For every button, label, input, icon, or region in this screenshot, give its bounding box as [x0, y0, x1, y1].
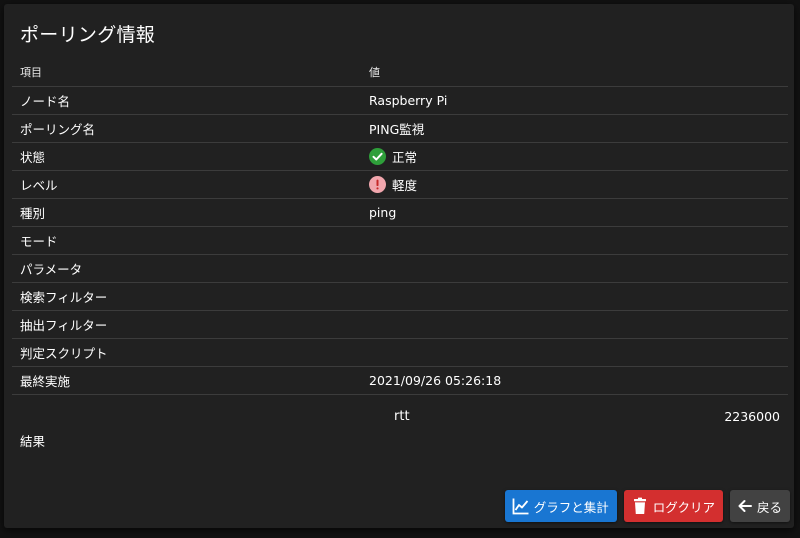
row-label-type: 種別	[12, 198, 361, 227]
row-value-search-filter	[361, 282, 788, 311]
row-label-state: 状態	[12, 142, 361, 171]
result-key: rtt	[394, 409, 410, 424]
row-value-judge-script	[361, 338, 788, 367]
check-circle-icon	[369, 148, 386, 165]
row-label-node-name: ノード名	[12, 86, 361, 115]
row-value-parameter	[361, 254, 788, 283]
polling-info-table: 項目 値 ノード名 Raspberry Pi ポーリング名 PING監視 状態 …	[12, 58, 788, 483]
row-label-mode: モード	[12, 226, 361, 255]
column-header-item: 項目	[12, 58, 361, 87]
row-value-level: 軽度	[392, 178, 418, 193]
trash-icon	[633, 497, 646, 514]
table-row: 判定スクリプト	[12, 338, 788, 367]
dialog-title: ポーリング情報	[20, 24, 156, 46]
table-row: モード	[12, 226, 788, 255]
graph-summary-button[interactable]: グラフと集計	[504, 490, 617, 522]
row-value-state-cell: 正常	[361, 142, 788, 171]
row-label-result: 結果	[20, 434, 46, 449]
table-row: レベル 軽度	[12, 170, 788, 199]
table-row: パラメータ	[12, 254, 788, 283]
row-value-level-cell: 軽度	[361, 170, 788, 199]
table-row: ポーリング名 PING監視	[12, 114, 788, 143]
row-value-last-run: 2021/09/26 05:26:18	[361, 366, 788, 395]
log-clear-label: ログクリア	[652, 499, 715, 515]
row-label-extract-filter: 抽出フィルター	[12, 310, 361, 339]
row-label-last-run: 最終実施	[12, 366, 361, 395]
dialog-actions: グラフと集計 ログクリア 戻る	[504, 490, 790, 522]
row-label-level: レベル	[12, 170, 361, 199]
table-row: 状態 正常	[12, 142, 788, 171]
table-row-result: 結果 rtt 2236000	[12, 395, 788, 484]
row-value-node-name: Raspberry Pi	[361, 86, 788, 115]
table-row: 最終実施 2021/09/26 05:26:18	[12, 366, 788, 395]
arrow-left-icon	[738, 500, 752, 512]
row-label-polling-name: ポーリング名	[12, 114, 361, 143]
chart-line-icon	[512, 498, 529, 515]
back-label: 戻る	[756, 499, 782, 515]
row-label-judge-script: 判定スクリプト	[12, 338, 361, 367]
table-row: 検索フィルター	[12, 282, 788, 311]
row-value-extract-filter	[361, 310, 788, 339]
result-value: 2236000	[724, 409, 780, 424]
row-value-type: ping	[361, 198, 788, 227]
table-header-row: 項目 値	[12, 58, 788, 87]
log-clear-button[interactable]: ログクリア	[623, 490, 723, 522]
graph-summary-label: グラフと集計	[533, 499, 609, 515]
result-cell: 結果 rtt 2236000	[12, 395, 788, 484]
back-button[interactable]: 戻る	[729, 490, 790, 522]
table-row: 抽出フィルター	[12, 310, 788, 339]
table-row: 種別 ping	[12, 198, 788, 227]
polling-info-dialog: ポーリング情報 項目 値 ノード名 Raspberry Pi ポーリング名 PI…	[4, 4, 794, 528]
table-row: ノード名 Raspberry Pi	[12, 86, 788, 115]
column-header-value: 値	[361, 58, 788, 87]
row-value-state: 正常	[392, 150, 418, 165]
row-label-search-filter: 検索フィルター	[12, 282, 361, 311]
row-value-polling-name: PING監視	[361, 114, 788, 143]
row-value-mode	[361, 226, 788, 255]
exclamation-circle-icon	[369, 176, 386, 193]
row-label-parameter: パラメータ	[12, 254, 361, 283]
